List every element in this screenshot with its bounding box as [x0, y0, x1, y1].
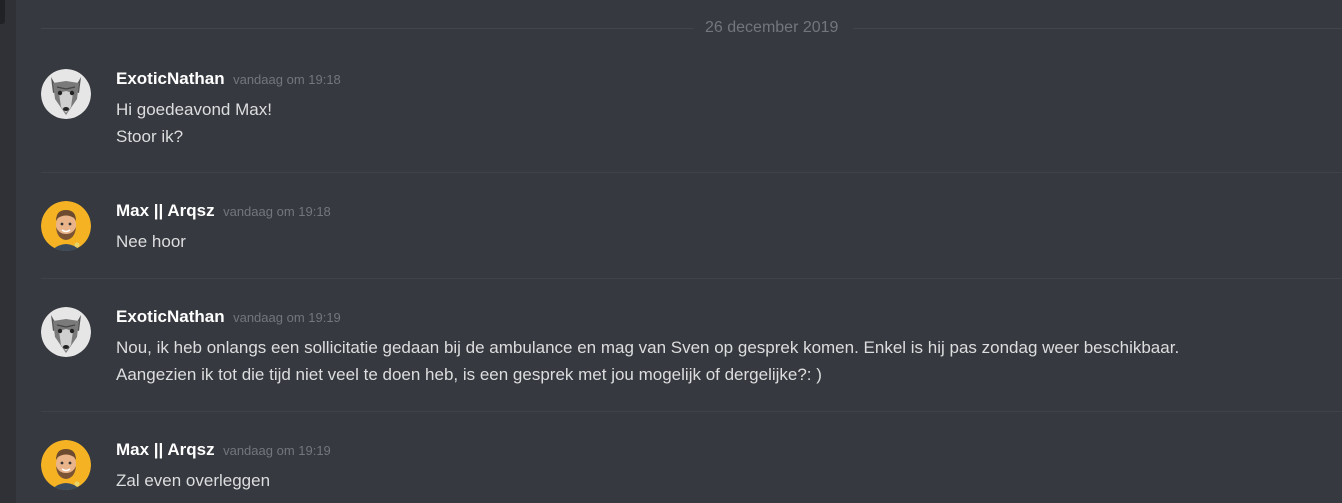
- timestamp[interactable]: vandaag om 19:18: [233, 72, 341, 87]
- left-sidebar-edge: [0, 0, 16, 503]
- bearded-man-avatar-icon[interactable]: [41, 201, 91, 251]
- message-header: ExoticNathan vandaag om 19:18: [116, 69, 341, 89]
- divider-line-left: [41, 28, 694, 29]
- wolf-avatar-icon[interactable]: [41, 307, 91, 357]
- username[interactable]: ExoticNathan: [116, 307, 225, 326]
- chat-window: 26 december 2019 ExoticNathan vandaag om…: [0, 0, 1342, 503]
- message-separator: [41, 278, 1342, 279]
- message-content: Zal even overleggen: [116, 467, 270, 494]
- message-separator: [41, 411, 1342, 412]
- wolf-avatar-icon[interactable]: [41, 69, 91, 119]
- timestamp[interactable]: vandaag om 19:19: [233, 310, 341, 325]
- timestamp[interactable]: vandaag om 19:19: [223, 443, 331, 458]
- message-line: Nou, ik heb onlangs een sollicitatie ged…: [116, 338, 1180, 357]
- timestamp[interactable]: vandaag om 19:18: [223, 204, 331, 219]
- divider-line-right: [853, 28, 1342, 29]
- message-content: Hi goedeavond Max! Stoor ik?: [116, 96, 272, 150]
- bearded-man-avatar-icon[interactable]: [41, 440, 91, 490]
- date-divider: 26 december 2019: [41, 18, 1342, 38]
- message-line: Stoor ik?: [116, 127, 184, 146]
- username[interactable]: Max || Arqsz: [116, 440, 215, 459]
- message-header: Max || Arqsz vandaag om 19:19: [116, 440, 331, 460]
- message-content: Nee hoor: [116, 228, 186, 255]
- message-separator: [41, 172, 1342, 173]
- username[interactable]: ExoticNathan: [116, 69, 225, 88]
- message-line: Nee hoor: [116, 232, 186, 251]
- message-line: Hi goedeavond Max!: [116, 100, 272, 119]
- message-content: Nou, ik heb onlangs een sollicitatie ged…: [116, 334, 1179, 388]
- message-header: Max || Arqsz vandaag om 19:18: [116, 201, 331, 221]
- username[interactable]: Max || Arqsz: [116, 201, 215, 220]
- date-divider-text: 26 december 2019: [705, 19, 839, 36]
- message-line: Aangezien ik tot die tijd niet veel te d…: [116, 365, 822, 384]
- message-line: Zal even overleggen: [116, 471, 271, 490]
- scrollbar-thumb[interactable]: [0, 0, 5, 24]
- message-header: ExoticNathan vandaag om 19:19: [116, 307, 341, 327]
